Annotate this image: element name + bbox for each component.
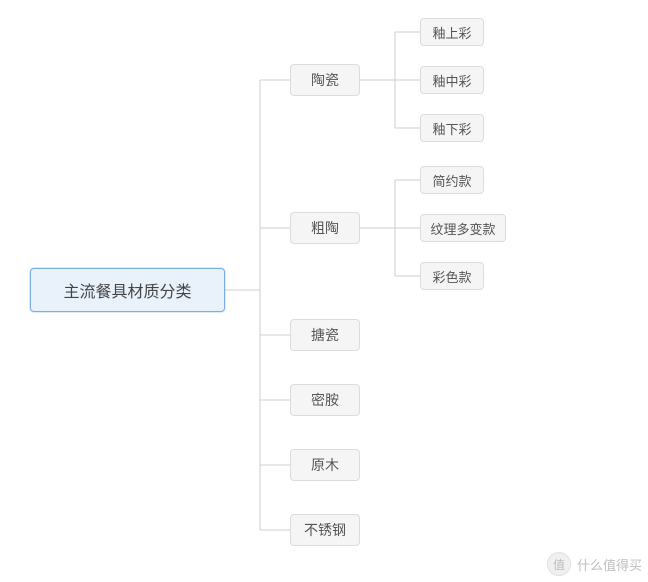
root-label: 主流餐具材质分类 xyxy=(63,278,191,302)
node-label: 陶瓷 xyxy=(311,70,339,90)
node-stoneware[interactable]: 粗陶 xyxy=(290,212,360,244)
node-label: 密胺 xyxy=(311,390,339,410)
watermark-icon: 值 xyxy=(547,552,571,576)
watermark-text: 什么值得买 xyxy=(577,555,642,574)
node-colored[interactable]: 彩色款 xyxy=(420,262,484,290)
node-minimal[interactable]: 简约款 xyxy=(420,166,484,194)
node-label: 搪瓷 xyxy=(311,325,339,345)
node-wood[interactable]: 原木 xyxy=(290,449,360,481)
node-label: 釉下彩 xyxy=(432,119,471,138)
node-label: 釉上彩 xyxy=(432,23,471,42)
watermark: 值 什么值得买 xyxy=(547,552,642,576)
node-underglaze[interactable]: 釉下彩 xyxy=(420,114,484,142)
root-node[interactable]: 主流餐具材质分类 xyxy=(30,268,225,312)
node-overglaze[interactable]: 釉上彩 xyxy=(420,18,484,46)
node-label: 原木 xyxy=(311,455,339,475)
node-textured[interactable]: 纹理多变款 xyxy=(420,214,506,242)
node-label: 粗陶 xyxy=(311,218,339,238)
node-enamel[interactable]: 搪瓷 xyxy=(290,319,360,351)
node-label: 简约款 xyxy=(432,171,471,190)
node-label: 彩色款 xyxy=(432,267,471,286)
node-label: 釉中彩 xyxy=(432,71,471,90)
node-label: 不锈钢 xyxy=(304,520,346,540)
node-label: 纹理多变款 xyxy=(430,219,495,238)
node-inglaze[interactable]: 釉中彩 xyxy=(420,66,484,94)
node-stainless[interactable]: 不锈钢 xyxy=(290,514,360,546)
node-ceramic[interactable]: 陶瓷 xyxy=(290,64,360,96)
node-melamine[interactable]: 密胺 xyxy=(290,384,360,416)
